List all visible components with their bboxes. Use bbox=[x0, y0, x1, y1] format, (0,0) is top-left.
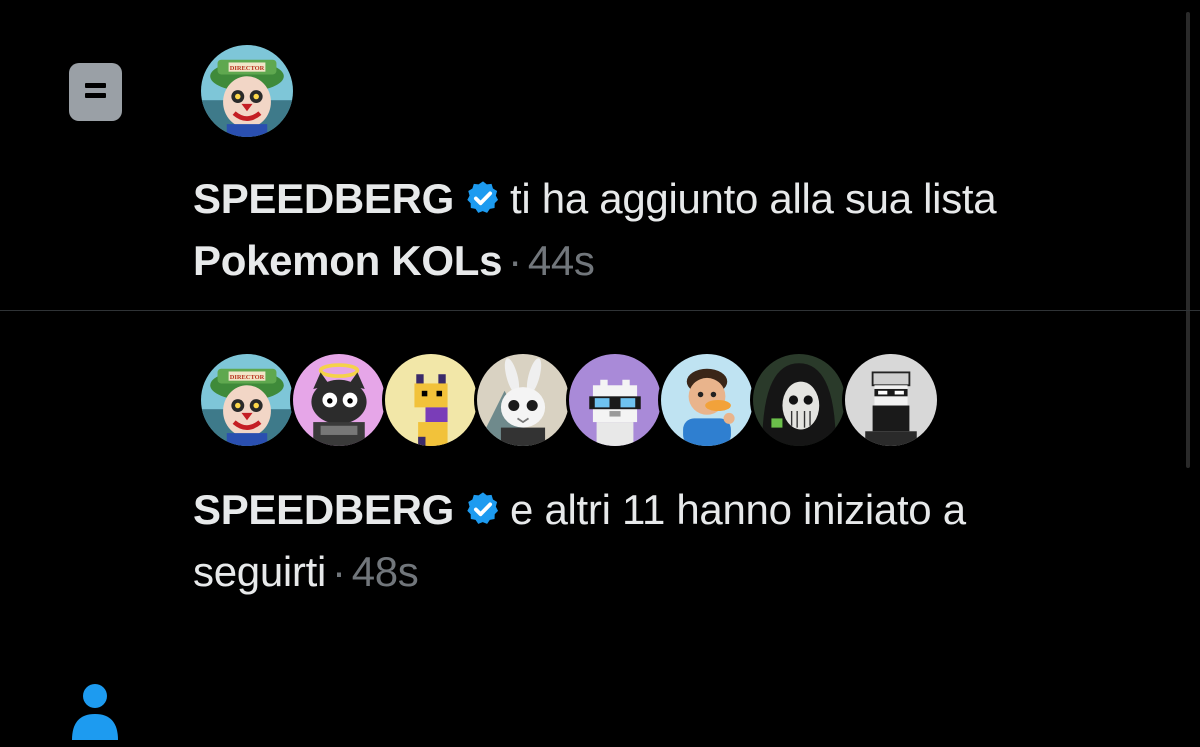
svg-text:DIRECTOR: DIRECTOR bbox=[230, 65, 265, 72]
avatar-row: DIRECTOR bbox=[198, 351, 940, 449]
notification-text: SPEEDBERG ti ha aggiunto alla sua lista P… bbox=[193, 168, 1143, 292]
avatar-pixel-bearded[interactable] bbox=[842, 351, 940, 449]
avatar-director[interactable]: DIRECTOR bbox=[198, 42, 296, 140]
notification-list-add[interactable]: DIRECTOR SPEEDBERG ti ha aggiunto alla su… bbox=[0, 0, 1200, 310]
avatar-hooded-face[interactable] bbox=[750, 351, 848, 449]
user-name[interactable]: SPEEDBERG bbox=[193, 175, 454, 222]
avatar-bunny[interactable] bbox=[474, 351, 572, 449]
list-name[interactable]: Pokemon KOLs bbox=[193, 237, 502, 284]
separator: · bbox=[332, 548, 346, 595]
avatar-cartoon-man[interactable] bbox=[658, 351, 756, 449]
notification-text: SPEEDBERG e altri 11 hanno iniziato a seg… bbox=[193, 479, 1143, 603]
notification-follows[interactable]: DIRECTOR SPEEDBERG e altri 11 hanno iniz… bbox=[0, 311, 1200, 740]
user-name[interactable]: SPEEDBERG bbox=[193, 486, 454, 533]
verified-badge-icon bbox=[467, 181, 499, 213]
avatar-row: DIRECTOR bbox=[198, 42, 296, 140]
verified-badge-icon bbox=[467, 492, 499, 524]
svg-text:DIRECTOR: DIRECTOR bbox=[230, 374, 265, 381]
action-text-continued: seguirti bbox=[193, 548, 326, 595]
separator: · bbox=[508, 237, 522, 284]
avatar-director[interactable]: DIRECTOR bbox=[198, 351, 296, 449]
timestamp: 44s bbox=[527, 237, 595, 284]
action-text: ti ha aggiunto alla sua lista bbox=[510, 175, 997, 222]
avatar-pixel-bird[interactable] bbox=[566, 351, 664, 449]
person-icon bbox=[70, 680, 120, 742]
timestamp: 48s bbox=[351, 548, 419, 595]
avatar-angel-cat[interactable] bbox=[290, 351, 388, 449]
action-text: e altri 11 hanno iniziato a bbox=[510, 486, 966, 533]
avatar-pixel-dog[interactable] bbox=[382, 351, 480, 449]
list-icon bbox=[69, 63, 122, 121]
